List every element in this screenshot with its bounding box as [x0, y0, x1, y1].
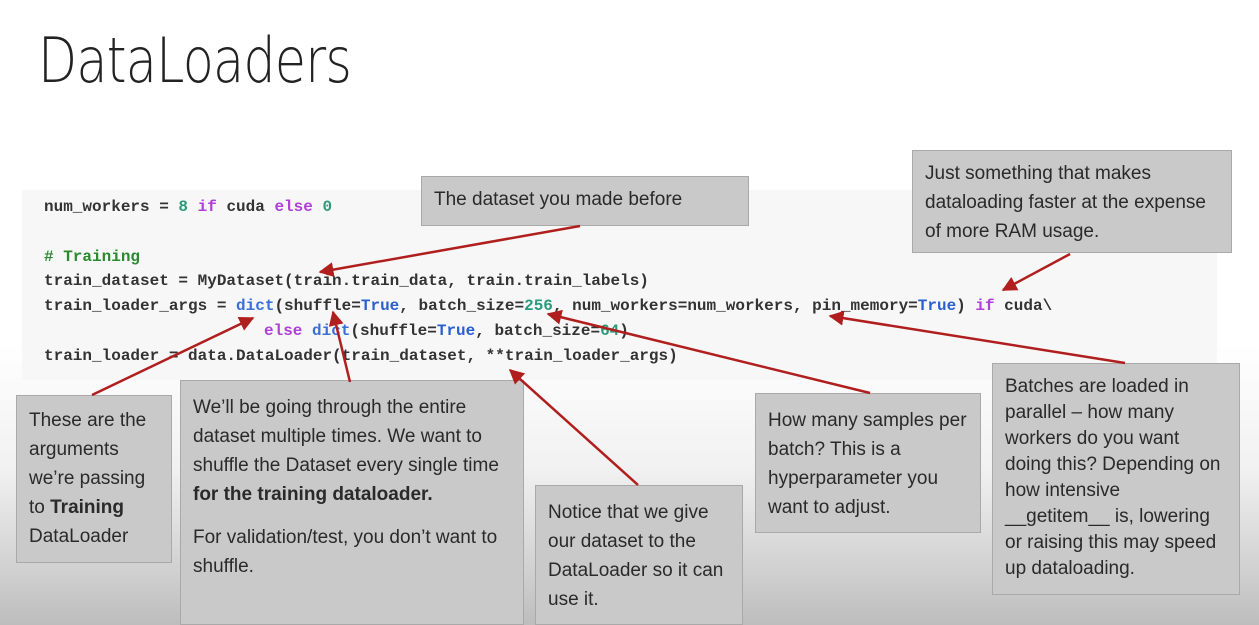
annotation-arrows [91, 224, 1126, 486]
arrow-to-batch-size [546, 309, 871, 395]
arrow-to-dict [91, 316, 255, 397]
arrow-to-train-dataset [508, 368, 639, 486]
arrow-to-shuffle [328, 310, 352, 383]
arrow-to-mydataset [318, 224, 581, 278]
arrow-to-num-workers [828, 310, 1126, 365]
arrow-to-pin-memory [1001, 252, 1071, 292]
